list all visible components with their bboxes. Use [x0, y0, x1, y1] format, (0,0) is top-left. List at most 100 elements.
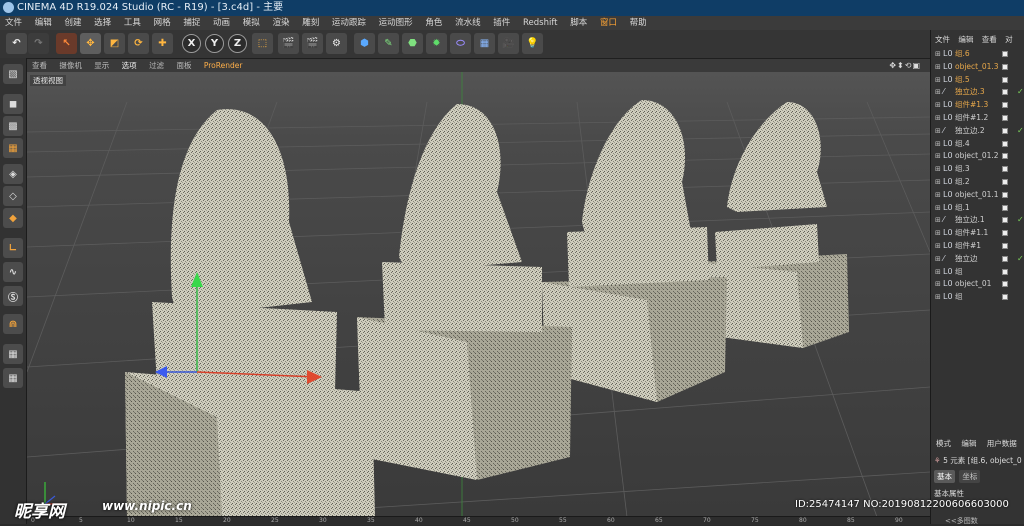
menu-item-simulate[interactable]: 模拟 [238, 16, 265, 30]
render-view-button[interactable]: 🎬 [278, 33, 299, 54]
object-row[interactable]: ⊞ L0 组件#1.2 [932, 112, 1024, 125]
visibility-toggle[interactable] [1002, 230, 1008, 237]
attr-menu-edit[interactable]: 编辑 [957, 438, 980, 450]
menu-item-render[interactable]: 渲染 [267, 16, 294, 30]
expand-icon[interactable]: ⊞ [935, 278, 941, 291]
object-row[interactable]: ⊞ L0 组件#1 [932, 240, 1024, 253]
object-row[interactable]: ⊞ ⁄ 独立边.3 ✓ [932, 86, 1024, 99]
om-menu-edit[interactable]: 编辑 [955, 34, 976, 46]
snap-button[interactable]: Ⓢ [3, 286, 23, 306]
planar-workplane-button[interactable]: ▦ [3, 368, 23, 388]
magnet-button[interactable]: ⋒ [3, 314, 23, 334]
object-row[interactable]: ⊞ ⁄ 独立边.2 ✓ [932, 125, 1024, 138]
menu-item-edit[interactable]: 编辑 [30, 16, 57, 30]
expand-icon[interactable]: ⊞ [935, 74, 941, 87]
object-row[interactable]: ⊞ L0 组.2 [932, 176, 1024, 189]
menu-item-motion-tracking[interactable]: 运动跟踪 [327, 16, 371, 30]
visibility-toggle[interactable] [1002, 294, 1008, 301]
om-menu-objects[interactable]: 对 [1002, 34, 1016, 46]
undo-button[interactable]: ↶ [6, 33, 27, 54]
menu-item-character[interactable]: 角色 [420, 16, 447, 30]
expand-icon[interactable]: ⊞ [935, 202, 941, 215]
expand-icon[interactable]: ⊞ [935, 99, 941, 112]
object-row[interactable]: ⊞ L0 组.1 [932, 202, 1024, 215]
y-axis-lock-button[interactable]: Y [205, 34, 224, 53]
basic-tab-button[interactable]: 基本 [934, 470, 955, 483]
viewport-menu-options[interactable]: 选项 [117, 59, 142, 72]
object-row[interactable]: ⊞ ⁄ 独立边 ✓ [932, 253, 1024, 266]
menu-item-file[interactable]: 文件 [0, 16, 27, 30]
visibility-toggle[interactable] [1002, 166, 1008, 173]
visibility-toggle[interactable] [1002, 140, 1008, 147]
visibility-toggle[interactable] [1002, 217, 1008, 224]
object-row[interactable]: ⊞ L0 object_01.3 [932, 61, 1024, 74]
visibility-toggle[interactable] [1002, 268, 1008, 275]
redo-button[interactable]: ↷ [28, 33, 49, 54]
menu-item-redshift[interactable]: Redshift [518, 16, 563, 30]
light-button[interactable]: 💡 [522, 33, 543, 54]
visibility-toggle[interactable] [1002, 204, 1008, 211]
expand-icon[interactable]: ⊞ [935, 163, 941, 176]
tweak-mode-button[interactable]: ∿ [3, 262, 23, 282]
menu-item-create[interactable]: 创建 [59, 16, 86, 30]
expand-icon[interactable]: ⊞ [935, 253, 941, 266]
expand-icon[interactable]: ⊞ [935, 214, 941, 227]
expand-icon[interactable]: ⊞ [935, 189, 941, 202]
visibility-toggle[interactable] [1002, 76, 1008, 83]
floor-button[interactable]: ▦ [474, 33, 495, 54]
z-axis-lock-button[interactable]: Z [228, 34, 247, 53]
attr-menu-userdata[interactable]: 用户数据 [983, 438, 1021, 450]
points-mode-button[interactable]: ◈ [3, 164, 23, 184]
viewport-menu-view[interactable]: 查看 [27, 59, 52, 72]
visibility-toggle[interactable] [1002, 89, 1008, 96]
workplane-mode-button[interactable]: ▦ [3, 138, 23, 158]
object-row[interactable]: ⊞ ⁄ 独立边.1 ✓ [932, 214, 1024, 227]
texture-mode-button[interactable]: ▩ [3, 116, 23, 136]
coord-tab-button[interactable]: 坐标 [959, 470, 981, 483]
expand-icon[interactable]: ⊞ [935, 227, 941, 240]
model-mode-button[interactable]: ◼ [3, 94, 23, 114]
visibility-toggle[interactable] [1002, 63, 1008, 70]
visibility-toggle[interactable] [1002, 102, 1008, 109]
expand-icon[interactable]: ⊞ [935, 291, 941, 304]
mograph-cloner-button[interactable]: ✹ [426, 33, 447, 54]
expand-icon[interactable]: ⊞ [935, 112, 941, 125]
expand-icon[interactable]: ⊞ [935, 61, 941, 74]
visibility-toggle[interactable] [1002, 243, 1008, 249]
visibility-toggle[interactable] [1002, 51, 1008, 57]
live-selection-button[interactable]: ↖ [56, 33, 77, 54]
expand-icon[interactable]: ⊞ [935, 138, 941, 151]
menu-item-mesh[interactable]: 网格 [149, 16, 176, 30]
menu-item-help[interactable]: 帮助 [625, 16, 652, 30]
object-row[interactable]: ⊞ L0 组.5 [932, 74, 1024, 87]
visibility-toggle[interactable] [1002, 179, 1008, 185]
viewport-menu-filter[interactable]: 过滤 [144, 59, 169, 72]
expand-icon[interactable]: ⊞ [935, 150, 941, 163]
rotate-tool-button[interactable]: ⟳ [128, 33, 149, 54]
viewport-menu-display[interactable]: 显示 [89, 59, 114, 72]
expand-icon[interactable]: ⊞ [935, 266, 941, 279]
coordinate-system-button[interactable]: ⬚ [252, 33, 273, 54]
object-row[interactable]: ⊞ L0 组.4 [932, 138, 1024, 151]
scale-tool-button[interactable]: ◩ [104, 33, 125, 54]
expand-icon[interactable]: ⊞ [935, 176, 941, 189]
object-row[interactable]: ⊞ L0 object_01 [932, 278, 1024, 291]
expand-icon[interactable]: ⊞ [935, 125, 941, 138]
menu-item-script[interactable]: 脚本 [565, 16, 592, 30]
expand-icon[interactable]: ⊞ [935, 48, 941, 61]
axis-mode-button[interactable]: ∟ [3, 238, 23, 258]
deformer-button[interactable]: ⬭ [450, 33, 471, 54]
polygons-mode-button[interactable]: ◆ [3, 208, 23, 228]
object-row[interactable]: ⊞ L0 object_01.1 [932, 189, 1024, 202]
visibility-toggle[interactable] [1002, 115, 1008, 121]
menu-item-window[interactable]: 窗口 [595, 16, 622, 30]
edges-mode-button[interactable]: ◇ [3, 186, 23, 206]
perspective-viewport[interactable] [27, 72, 930, 517]
viewport-menu-camera[interactable]: 摄像机 [54, 59, 87, 72]
subdivision-button[interactable]: ⬣ [402, 33, 423, 54]
x-axis-lock-button[interactable]: X [182, 34, 201, 53]
menu-item-plugins[interactable]: 插件 [488, 16, 515, 30]
expand-icon[interactable]: ⊞ [935, 86, 941, 99]
visibility-toggle[interactable] [1002, 255, 1008, 262]
render-settings-button[interactable]: ⚙ [326, 33, 347, 54]
